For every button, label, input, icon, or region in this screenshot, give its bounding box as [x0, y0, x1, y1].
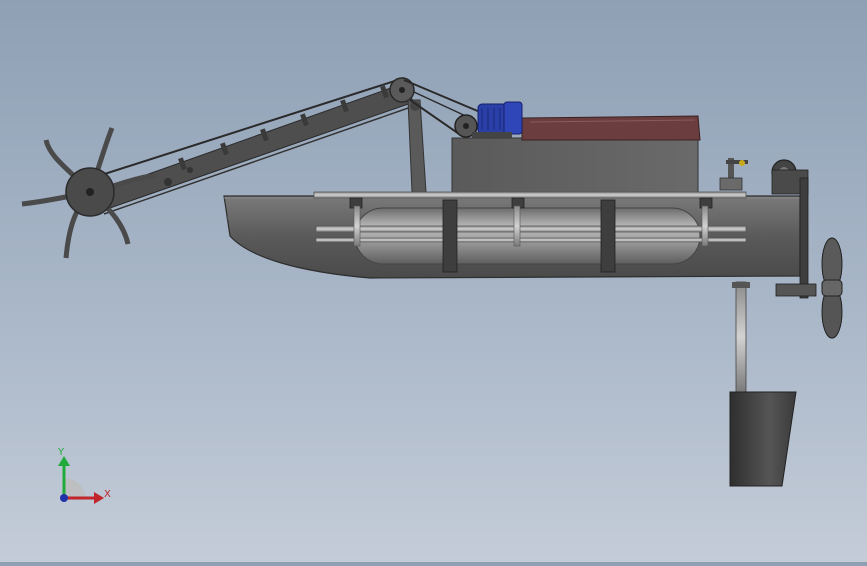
cad-model-drawing: Y X: [21, 77, 843, 504]
propeller: [821, 237, 843, 339]
arm-support-strut: [407, 99, 427, 193]
propeller-shaft-mount: [799, 177, 809, 299]
y-axis-label: Y: [57, 447, 65, 458]
control-panel-top: [521, 115, 701, 141]
cad-viewport[interactable]: Y X: [0, 0, 867, 562]
rudder: [729, 281, 797, 487]
drive-motor: [472, 101, 523, 138]
pontoon-tube: [354, 207, 701, 265]
axis-triad-icon: Y X: [57, 447, 111, 504]
x-axis-label: X: [104, 489, 111, 500]
